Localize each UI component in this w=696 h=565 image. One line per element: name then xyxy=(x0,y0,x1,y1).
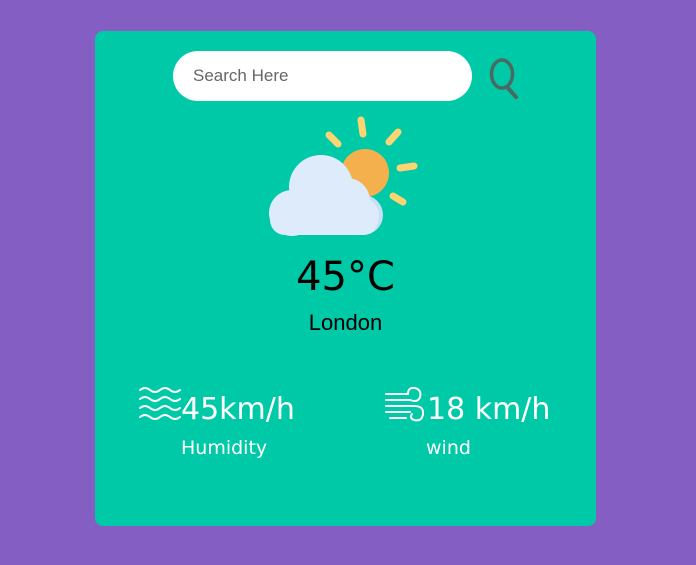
humidity-waves-icon xyxy=(139,387,181,420)
city-name: London xyxy=(308,310,383,335)
temperature: 45°C xyxy=(296,254,395,300)
search-icon[interactable] xyxy=(488,56,522,100)
wind-value: 18 km/h xyxy=(427,392,551,427)
partly-cloudy-icon xyxy=(269,116,418,236)
humidity-value: 45km/h xyxy=(181,392,295,427)
search-input[interactable] xyxy=(173,51,472,101)
wind-icon xyxy=(385,386,425,422)
humidity-label: Humidity xyxy=(181,437,268,459)
search-button[interactable] xyxy=(488,56,522,100)
wind-label: wind xyxy=(426,437,471,459)
weather-card: 45°C London 45km/h Humidity xyxy=(95,31,596,526)
